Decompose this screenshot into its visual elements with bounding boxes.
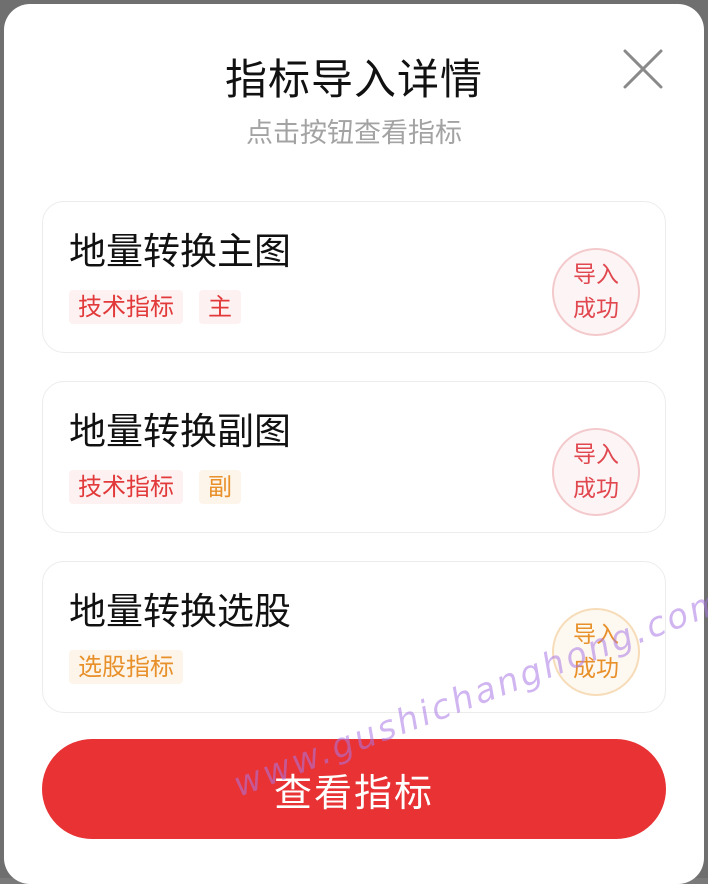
indicator-title: 地量转换副图	[69, 410, 291, 453]
dialog-title: 指标导入详情	[224, 55, 483, 104]
badge-line-1: 导入	[573, 442, 619, 468]
indicator-title: 地量转换选股	[69, 590, 291, 633]
import-success-badge: 导入 成功	[552, 248, 640, 336]
indicator-tags: 技术指标 副	[69, 470, 241, 504]
indicator-tags: 选股指标	[69, 650, 183, 684]
import-success-badge: 导入 成功	[552, 428, 640, 516]
indicator-title: 地量转换主图	[69, 230, 291, 273]
import-success-badge: 导入 成功	[552, 608, 640, 696]
badge-line-2: 成功	[573, 296, 619, 322]
tag-technical-indicator: 技术指标	[69, 470, 183, 504]
indicator-card-main-chart[interactable]: 地量转换主图 技术指标 主 导入 成功	[42, 201, 666, 353]
close-icon	[623, 49, 663, 89]
close-button[interactable]	[618, 44, 668, 94]
badge-line-1: 导入	[573, 262, 619, 288]
tag-sub: 副	[199, 470, 241, 504]
tag-stock-picking-indicator: 选股指标	[69, 650, 183, 684]
badge-line-1: 导入	[573, 622, 619, 648]
badge-line-2: 成功	[573, 656, 619, 682]
import-details-dialog: 指标导入详情 点击按钮查看指标 地量转换主图 技术指标 主 导入 成功 地量转换…	[4, 4, 704, 884]
dialog-subtitle: 点击按钮查看指标	[246, 118, 462, 149]
indicator-card-stock-picker[interactable]: 地量转换选股 选股指标 导入 成功	[42, 561, 666, 713]
view-indicators-button[interactable]: 查看指标	[42, 739, 666, 839]
tag-main: 主	[199, 290, 241, 324]
indicator-tags: 技术指标 主	[69, 290, 241, 324]
indicator-card-sub-chart[interactable]: 地量转换副图 技术指标 副 导入 成功	[42, 381, 666, 533]
badge-line-2: 成功	[573, 476, 619, 502]
tag-technical-indicator: 技术指标	[69, 290, 183, 324]
